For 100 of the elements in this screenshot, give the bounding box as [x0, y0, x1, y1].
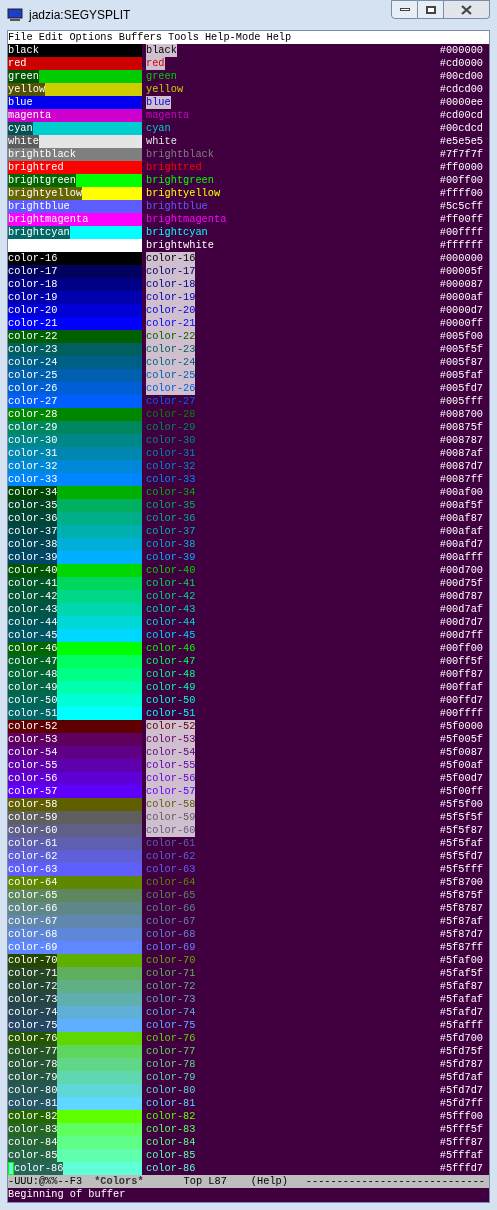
hex-value: #5f5f5f	[439, 811, 483, 824]
swatch-label: brightmagenta	[8, 213, 89, 226]
swatch-label: color-17	[8, 265, 58, 278]
hex-value: #005faf	[439, 369, 483, 382]
hex-value: #00ffff	[439, 707, 483, 720]
hex-value: #00cdcd	[439, 122, 483, 135]
color-name: color-45	[146, 629, 196, 642]
color-name: color-43	[146, 603, 196, 616]
swatch-label: color-18	[8, 278, 58, 291]
swatch-label: color-30	[8, 434, 58, 447]
color-name: color-61	[146, 837, 196, 850]
hex-value: #5f87d7	[439, 928, 483, 941]
swatch-label: color-41	[8, 577, 58, 590]
swatch-label: color-50	[8, 694, 58, 707]
hex-value: #5f87ff	[439, 941, 483, 954]
swatch-label: black	[8, 44, 39, 57]
color-name: color-62	[146, 850, 196, 863]
menu-item[interactable]: Tools	[167, 31, 199, 44]
mode-line-fill: -----------------------------	[305, 1175, 485, 1188]
hex-value: #5fafd7	[439, 1006, 483, 1019]
swatch-label: color-31	[8, 447, 58, 460]
color-name: black	[146, 44, 177, 57]
hex-value: #5f5faf	[439, 837, 483, 850]
menu-item[interactable]: Options	[69, 31, 113, 44]
swatch-label: color-63	[8, 863, 58, 876]
color-name: color-38	[146, 538, 196, 551]
swatch-label: color-74	[8, 1006, 58, 1019]
hex-value: #ffffff	[439, 239, 483, 252]
color-name: brightyellow	[146, 187, 221, 200]
hex-value: #0087ff	[439, 473, 483, 486]
hex-value: #5c5cff	[439, 200, 483, 213]
swatch-label: color-45	[8, 629, 58, 642]
swatch-label: color-51	[8, 707, 58, 720]
swatch-label: color-20	[8, 304, 58, 317]
color-name: color-70	[146, 954, 196, 967]
swatch-label: color-40	[8, 564, 58, 577]
color-name: color-26	[146, 382, 196, 395]
hex-value: #00ffff	[439, 226, 483, 239]
menu-item[interactable]: Edit	[38, 31, 64, 44]
major-mode: (Help)	[250, 1175, 288, 1188]
swatch-label: color-72	[8, 980, 58, 993]
hex-value: #00ff00	[439, 174, 483, 187]
hex-value: #5f8700	[439, 876, 483, 889]
hex-value: #5fd7af	[439, 1071, 483, 1084]
hex-value: #cdcd00	[439, 83, 483, 96]
color-name: color-74	[146, 1006, 196, 1019]
swatch-label: color-86	[14, 1162, 64, 1175]
color-name: color-67	[146, 915, 196, 928]
swatch-label: color-69	[8, 941, 58, 954]
hex-value: #00d7af	[439, 603, 483, 616]
hex-value: #5fd7ff	[439, 1097, 483, 1110]
swatch-label: color-23	[8, 343, 58, 356]
color-name: color-76	[146, 1032, 196, 1045]
hex-value: #00d787	[439, 590, 483, 603]
minimize-button[interactable]	[391, 0, 418, 19]
swatch-label: brightcyan	[8, 226, 70, 239]
hex-value: #005fff	[439, 395, 483, 408]
maximize-button[interactable]	[418, 0, 444, 19]
swatch-label: color-80	[8, 1084, 58, 1097]
color-name: color-77	[146, 1045, 196, 1058]
swatch-label: color-27	[8, 395, 58, 408]
color-name: blue	[146, 96, 171, 109]
color-name: color-35	[146, 499, 196, 512]
color-name: color-42	[146, 590, 196, 603]
swatch-label: color-61	[8, 837, 58, 850]
color-name: color-56	[146, 772, 196, 785]
close-button[interactable]	[444, 0, 490, 19]
hex-value: #5faf87	[439, 980, 483, 993]
color-name: cyan	[146, 122, 171, 135]
menu-item[interactable]: Buffers	[118, 31, 162, 44]
swatch-label: color-78	[8, 1058, 58, 1071]
color-name: red	[146, 57, 165, 70]
menu-item[interactable]: Help	[266, 31, 292, 44]
swatch-label: color-49	[8, 681, 58, 694]
color-name: color-36	[146, 512, 196, 525]
hex-value: #7f7f7f	[439, 148, 483, 161]
swatch-label: color-77	[8, 1045, 58, 1058]
swatch-label: color-54	[8, 746, 58, 759]
color-name: color-27	[146, 395, 196, 408]
color-name: color-37	[146, 525, 196, 538]
swatch-label: color-64	[8, 876, 58, 889]
color-name: color-59	[146, 811, 196, 824]
hex-value: #ff00ff	[439, 213, 483, 226]
menu-item[interactable]: Help-Mode	[204, 31, 261, 44]
swatch-label: color-65	[8, 889, 58, 902]
hex-value: #5f5fff	[439, 863, 483, 876]
hex-value: #00ff5f	[439, 655, 483, 668]
hex-value: #00afaf	[439, 525, 483, 538]
hex-value: #00d7d7	[439, 616, 483, 629]
hex-value: #0000ff	[439, 317, 483, 330]
hex-value: #5fffaf	[439, 1149, 483, 1162]
swatch-label: color-84	[8, 1136, 58, 1149]
hex-value: #5f00ff	[439, 785, 483, 798]
color-name: color-22	[146, 330, 196, 343]
swatch-label: color-52	[8, 720, 58, 733]
swatch-label: color-36	[8, 512, 58, 525]
hex-value: #5f005f	[439, 733, 483, 746]
hex-value: #5fafaf	[439, 993, 483, 1006]
hex-value: #5f0000	[439, 720, 483, 733]
menu-item[interactable]: File	[8, 31, 33, 44]
